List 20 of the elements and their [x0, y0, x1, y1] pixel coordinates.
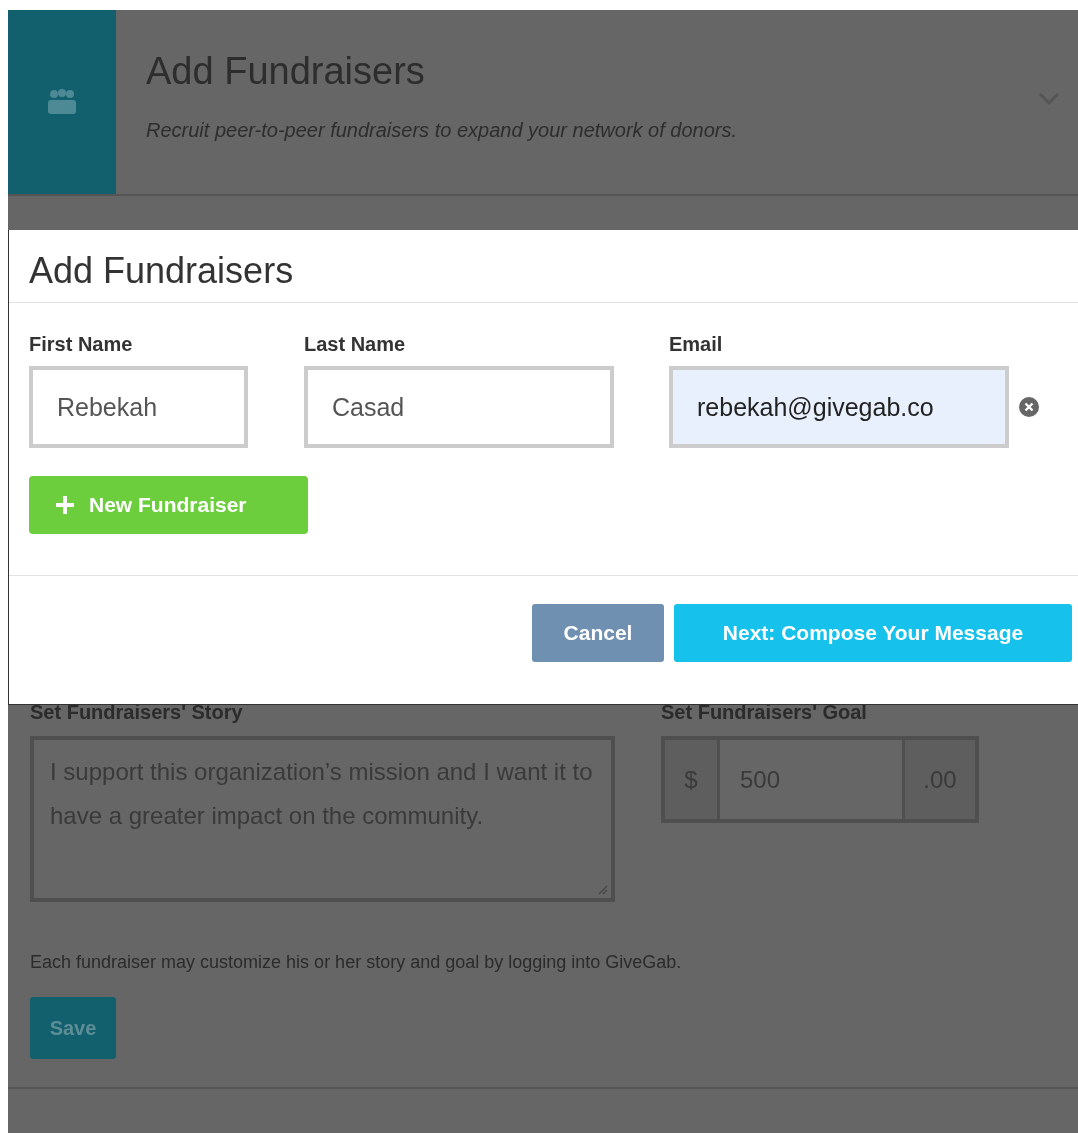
last-name-label: Last Name [304, 333, 407, 356]
new-fundraiser-button[interactable]: New Fundraiser [29, 476, 308, 534]
cancel-button[interactable]: Cancel [532, 604, 664, 662]
story-label: Set Fundraisers' Story [30, 701, 244, 724]
next-button[interactable]: Next: Compose Your Message [674, 604, 1072, 662]
section-title: Add Fundraisers [146, 50, 426, 93]
dialog-title: Add Fundraisers [9, 230, 1078, 303]
resize-grip-icon [598, 885, 608, 895]
email-field[interactable]: rebekah@givegab.co [669, 366, 1009, 448]
email-label: Email [669, 333, 724, 356]
goal-label: Set Fundraisers' Goal [661, 701, 868, 724]
plus-icon [55, 495, 75, 515]
first-name-field[interactable]: Rebekah [29, 366, 248, 448]
remove-icon[interactable] [1019, 397, 1039, 417]
last-name-field[interactable]: Casad [304, 366, 614, 448]
first-name-label: First Name [29, 333, 134, 356]
help-text: Each fundraiser may customize his or her story and goal by logging into GiveGab. [30, 952, 683, 973]
save-button[interactable]: Save [30, 997, 116, 1059]
people-icon [47, 89, 77, 115]
section-subtitle: Recruit peer-to-peer fundraisers to expand your network of donors. [146, 119, 739, 142]
